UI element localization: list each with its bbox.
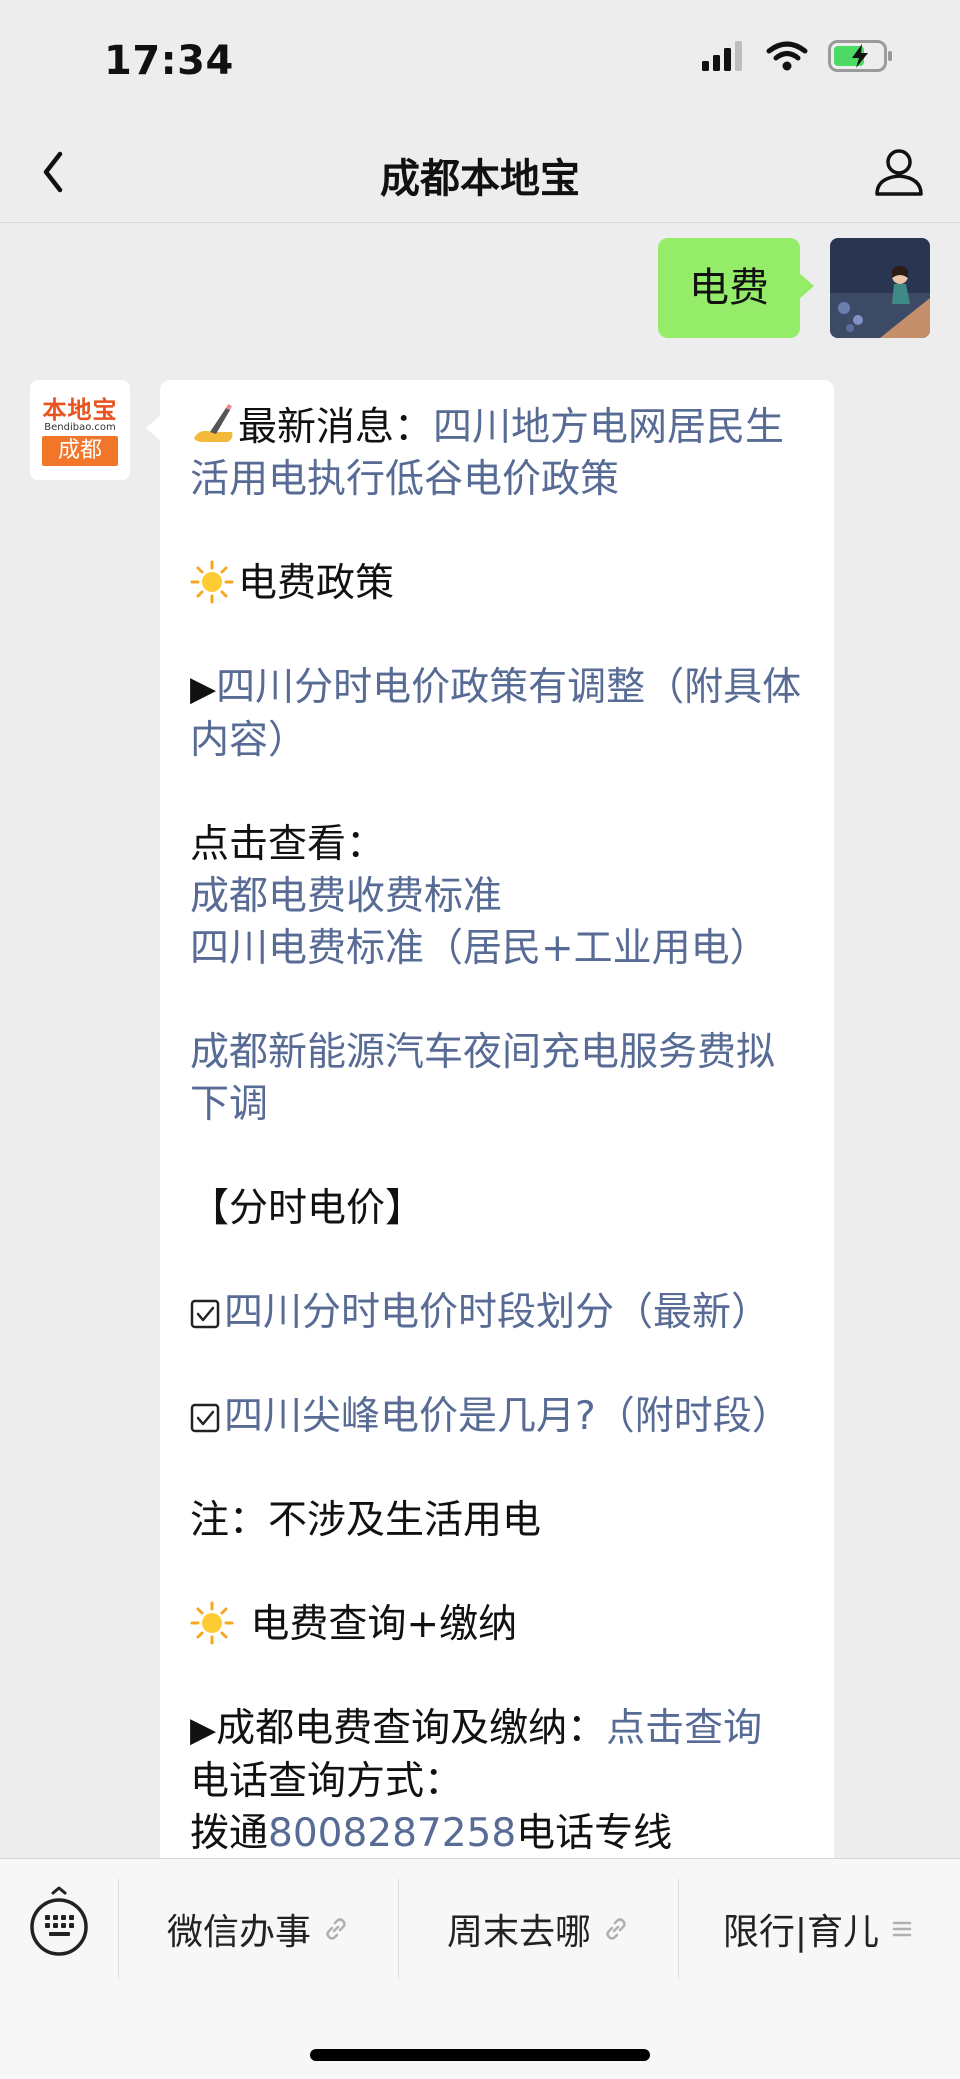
section-heading-query: 电费查询+缴纳 <box>190 1599 804 1651</box>
sun-icon <box>190 560 234 604</box>
query-pay-prefix: 成都电费查询及缴纳： <box>216 1706 607 1751</box>
battery-icon <box>828 40 892 72</box>
status-bar: 17:34 <box>0 0 960 120</box>
bot-logo-text: 本地宝 <box>42 396 118 424</box>
list-icon <box>892 1921 912 1937</box>
time-of-use-heading: 【分时电价】 <box>190 1186 425 1231</box>
menu-item-wechat-services[interactable]: 微信办事 <box>118 1859 398 1999</box>
sun-icon <box>190 1601 234 1645</box>
status-time: 17:34 <box>104 38 234 84</box>
query-heading: 电费查询+缴纳 <box>238 1602 518 1647</box>
policy-adjust-line: ▶四川分时电价政策有调整（附具体内容） <box>190 662 804 767</box>
phone-prefix: 拨通 <box>190 1811 269 1856</box>
chat-area[interactable]: 电费 本地宝 Bendibao.com 成都 最新消息：四川地方电网居民生活用电… <box>0 222 960 1858</box>
user-message-bubble[interactable]: 电费 <box>658 238 814 338</box>
note-line: 注：不涉及生活用电 <box>190 1498 542 1543</box>
sichuan-fee-standard-link[interactable]: 四川电费标准（居民+工业用电） <box>190 926 769 971</box>
signal-icon <box>702 41 742 71</box>
link-icon <box>606 1918 626 1940</box>
bot-logo-city: 成都 <box>42 436 118 466</box>
profile-icon[interactable] <box>868 140 930 202</box>
menu-item-label: 周末去哪 <box>446 1912 591 1953</box>
news-line: 最新消息：四川地方电网居民生活用电执行低谷电价政策 <box>190 402 804 506</box>
wifi-icon <box>766 41 808 71</box>
bottom-menu-bar: 微信办事 周末去哪 限行|育儿 <box>0 1858 960 2079</box>
link-icon <box>326 1918 346 1940</box>
nav-bar: 成都本地宝 <box>0 120 960 223</box>
peak-price-line: 四川尖峰电价是几月?（附时段） <box>190 1391 804 1443</box>
phone-line: 拨通8008287258电话专线 <box>190 1808 804 1858</box>
user-avatar[interactable] <box>830 238 930 338</box>
bot-logo-domain: Bendibao.com <box>44 422 116 433</box>
page-title: 成都本地宝 <box>380 156 580 202</box>
policy-adjust-link[interactable]: 四川分时电价政策有调整（附具体内容） <box>190 665 801 763</box>
query-link[interactable]: 点击查询 <box>606 1706 762 1751</box>
menu-item-label: 微信办事 <box>166 1912 311 1953</box>
click-to-view-label: 点击查看： <box>190 822 386 867</box>
play-arrow-icon: ▶ <box>190 669 217 709</box>
bot-message-bubble: 最新消息：四川地方电网居民生活用电执行低谷电价政策 电费政策 ▶四川分时电价政策… <box>146 380 834 1858</box>
menu-item-weekend[interactable]: 周末去哪 <box>398 1859 678 1999</box>
home-indicator[interactable] <box>310 2049 650 2061</box>
user-avatar-image <box>830 238 930 338</box>
phone-suffix: 电话专线 <box>516 1811 673 1856</box>
phone-query-label: 电话查询方式： <box>190 1759 464 1804</box>
query-pay-line: ▶成都电费查询及缴纳：点击查询 <box>190 1703 804 1756</box>
peak-price-link[interactable]: 四川尖峰电价是几月?（附时段） <box>224 1394 791 1439</box>
checkbox-icon <box>190 1403 220 1433</box>
policy-heading: 电费政策 <box>238 561 395 606</box>
bot-avatar[interactable]: 本地宝 Bendibao.com 成都 <box>30 380 130 480</box>
status-icons <box>702 40 894 72</box>
time-period-link[interactable]: 四川分时电价时段划分（最新） <box>224 1290 770 1335</box>
section-heading-policy: 电费政策 <box>190 558 804 610</box>
ev-charging-link[interactable]: 成都新能源汽车夜间充电服务费拟下调 <box>190 1030 775 1127</box>
checkbox-icon <box>190 1299 220 1329</box>
phone-number-link[interactable]: 8008287258 <box>268 1811 516 1856</box>
play-arrow-icon: ▶ <box>190 1710 217 1750</box>
news-prefix: 最新消息： <box>238 405 434 450</box>
menu-item-label: 限行|育儿 <box>722 1912 880 1953</box>
writing-hand-icon <box>194 404 233 442</box>
keyboard-icon[interactable] <box>0 1859 118 1999</box>
time-period-line: 四川分时电价时段划分（最新） <box>190 1287 804 1339</box>
chengdu-fee-standard-link[interactable]: 成都电费收费标准 <box>190 874 502 919</box>
menu-item-traffic-parenting[interactable]: 限行|育儿 <box>678 1859 958 1999</box>
